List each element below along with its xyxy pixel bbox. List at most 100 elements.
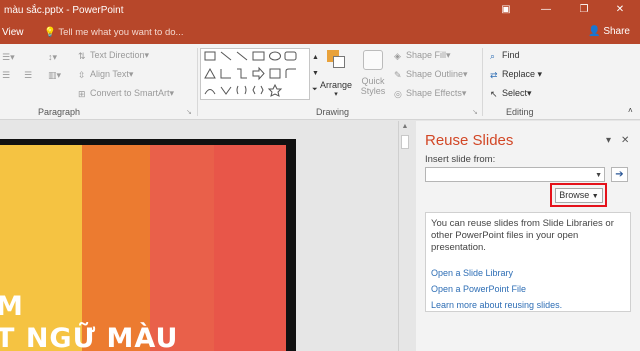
workspace: M T NGỮ MÀU ▲ Reuse Slides ▾ ✕ Insert sl…	[0, 121, 640, 351]
lightbulb-icon: 💡	[44, 27, 56, 38]
decrease-indent-icon[interactable]: ☰▾	[2, 52, 15, 63]
styles-label: Styles	[360, 86, 386, 96]
brace-left-icon	[236, 85, 239, 95]
select-button[interactable]: ↖ Select▾	[490, 88, 532, 99]
zigzag-shape-icon	[220, 86, 232, 95]
quick-styles-icon	[363, 50, 383, 70]
find-icon: ⌕	[490, 51, 496, 61]
line-shape-icon	[220, 51, 232, 61]
arrow-line-shape-icon	[236, 51, 248, 61]
find-label: Find	[502, 50, 520, 60]
shape-fill-button[interactable]: ◈ Shape Fill▾	[394, 50, 451, 61]
group-label-paragraph: Paragraph	[38, 107, 81, 117]
group-label-editing: Editing	[506, 107, 534, 117]
slide-text-line2: T NGỮ MÀU	[0, 323, 179, 351]
text-direction-icon: ⇅	[78, 51, 86, 61]
cursor-icon: ↖	[490, 89, 498, 99]
browse-label: Browse	[559, 190, 590, 200]
gallery-more-icon[interactable]: ⏷	[312, 86, 318, 94]
shapes-gallery-icons	[204, 51, 297, 97]
shape-effects-label: Shape Effects	[406, 88, 462, 98]
shape-outline-button[interactable]: ✎ Shape Outline▾	[394, 69, 468, 80]
bracket-right-icon	[260, 85, 264, 95]
open-slide-library-link[interactable]: Open a Slide Library	[431, 268, 513, 278]
learn-more-link[interactable]: Learn more about reusing slides.	[431, 300, 562, 310]
group-label-drawing: Drawing	[316, 107, 350, 117]
window-title: màu sắc.pptx - PowerPoint	[4, 5, 124, 16]
smartart-icon: ⊞	[78, 89, 86, 99]
go-arrow-button[interactable]: ➔	[611, 167, 628, 182]
replace-icon: ⇄	[490, 70, 498, 80]
columns-icon[interactable]: ▥▾	[48, 70, 61, 81]
replace-button[interactable]: ⇄ Replace ▾	[490, 69, 542, 80]
ribbon-divider	[482, 48, 483, 116]
ribbon: ☰▾ ☰ ☰ ↕▾ ▥▾ ⇅ Text Direction▾ ⇳ Align Tex…	[0, 44, 640, 120]
vertical-scrollbar[interactable]: ▲	[398, 121, 410, 351]
shape-outline-label: Shape Outline	[406, 69, 464, 79]
reuse-slides-pane: Reuse Slides ▾ ✕ Insert slide from: ▼ ➔ …	[416, 121, 640, 351]
arrange-icon	[327, 50, 345, 68]
tab-view[interactable]: View	[2, 27, 24, 38]
slide-canvas[interactable]: M T NGỮ MÀU	[0, 139, 296, 351]
info-text: You can reuse slides from Slide Librarie…	[431, 218, 614, 253]
pen-icon: ✎	[394, 70, 402, 80]
menu-bar: View 💡 Tell me what you want to do... 👤 …	[0, 22, 640, 44]
bracket-left-icon	[252, 85, 256, 95]
scroll-up-icon[interactable]: ▲	[401, 123, 409, 131]
effects-icon: ◎	[394, 89, 402, 99]
browse-button[interactable]: Browse ▼	[555, 188, 603, 203]
find-button[interactable]: ⌕ Find	[490, 50, 520, 61]
slide-text-line1: M	[0, 291, 24, 322]
share-button[interactable]: 👤 Share	[588, 26, 630, 37]
arrange-button[interactable]: Arrange ▾	[318, 50, 354, 98]
quick-label: Quick	[361, 76, 385, 86]
insert-from-label: Insert slide from:	[425, 154, 496, 165]
text-direction-button[interactable]: ⇅ Text Direction▾	[78, 50, 149, 61]
insert-from-input[interactable]: ▼	[425, 167, 605, 182]
collapse-ribbon-icon[interactable]: ˄	[628, 106, 633, 115]
stripe-red	[214, 145, 286, 351]
triangle-shape-icon	[204, 67, 216, 79]
minimize-icon[interactable]: —	[538, 3, 554, 17]
quick-styles-button[interactable]: Quick Styles	[358, 50, 388, 96]
align-left-icon[interactable]: ☰	[2, 70, 10, 81]
shapes-gallery[interactable]	[200, 48, 310, 100]
right-arrow-icon: ➔	[615, 169, 624, 180]
restore-icon[interactable]: ❐	[576, 3, 592, 17]
right-arrow-shape-icon	[252, 66, 265, 81]
pane-title: Reuse Slides	[425, 132, 514, 149]
close-pane-icon[interactable]: ✕	[621, 135, 629, 146]
convert-smartart-button[interactable]: ⊞ Convert to SmartArt▾	[78, 88, 174, 99]
pane-options-icon[interactable]: ▾	[606, 135, 611, 146]
open-powerpoint-file-link[interactable]: Open a PowerPoint File	[431, 284, 526, 294]
person-icon: 👤	[588, 26, 601, 37]
title-bar: màu sắc.pptx - PowerPoint ▣ — ❐ ✕	[0, 0, 640, 22]
curve-shape-icon	[285, 68, 296, 78]
shape-effects-button[interactable]: ◎ Shape Effects▾	[394, 88, 466, 99]
drawing-dialog-launcher-icon[interactable]: ↘	[472, 108, 478, 116]
oval-shape-icon	[269, 51, 281, 61]
tell-me-box[interactable]: 💡 Tell me what you want to do...	[44, 27, 183, 38]
ribbon-display-icon[interactable]: ▣	[498, 3, 514, 17]
snip-rect-shape-icon	[269, 68, 281, 79]
slide-preview[interactable]: M T NGỮ MÀU	[0, 145, 286, 351]
paint-bucket-icon: ◈	[394, 51, 401, 61]
dialog-launcher-icon[interactable]: ↘	[186, 108, 192, 116]
info-box: You can reuse slides from Slide Librarie…	[425, 212, 631, 312]
tell-me-placeholder: Tell me what you want to do...	[58, 27, 184, 38]
rounded-rect-shape-icon	[284, 51, 297, 61]
dropdown-arrow-icon[interactable]: ▼	[595, 169, 602, 182]
line-spacing-icon[interactable]: ↕▾	[48, 52, 57, 63]
stripe-coral	[150, 145, 214, 351]
elbow-arrow-icon	[237, 68, 247, 79]
star-shape-icon	[267, 83, 283, 97]
align-center-icon[interactable]: ☰	[24, 70, 32, 81]
chevron-down-icon: ▼	[591, 193, 599, 200]
text-direction-label: Text Direction	[90, 50, 145, 60]
align-text-button[interactable]: ⇳ Align Text▾	[78, 69, 133, 80]
close-icon[interactable]: ✕	[612, 3, 628, 17]
scrollbar-thumb[interactable]	[401, 135, 409, 149]
brace-right-icon	[244, 85, 247, 95]
shape-fill-label: Shape Fill	[406, 50, 447, 60]
replace-label: Replace	[502, 69, 536, 79]
